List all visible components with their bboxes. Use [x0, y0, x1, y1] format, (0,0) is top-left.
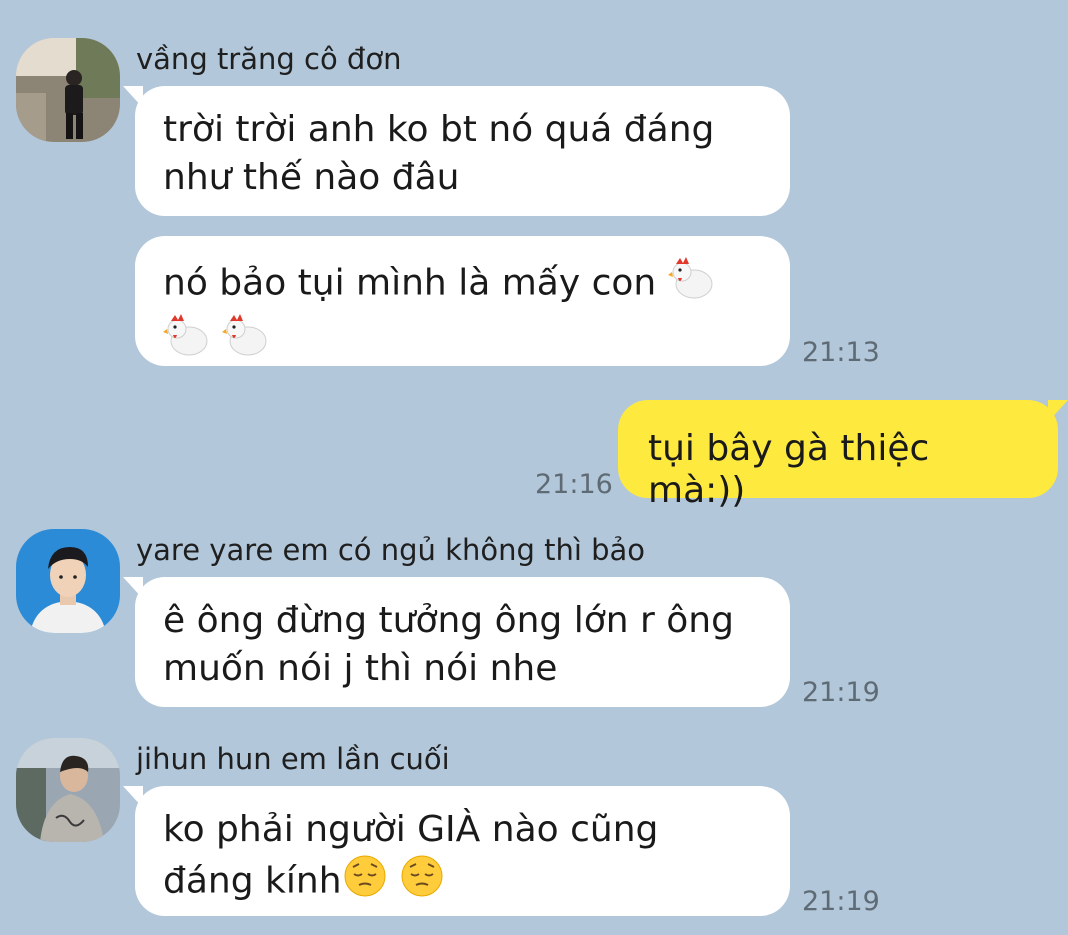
message-text: đáng kính	[163, 860, 342, 902]
chicken-emoji-icon	[667, 256, 716, 313]
message-text: như thế nào đâu	[163, 157, 460, 198]
message-bubble[interactable]: trời trời anh ko bt nó quá đáng như thế …	[123, 86, 790, 216]
message-text: tụi bây gà thiệc mà:))	[648, 428, 930, 511]
pensive-face-emoji-icon	[399, 854, 445, 911]
chicken-emoji-icon	[222, 313, 270, 370]
sender-name: yare yare em có ngủ không thì bảo	[136, 533, 646, 567]
avatar[interactable]	[16, 738, 120, 842]
sender-name: jihun hun em lần cuối	[136, 742, 450, 776]
outgoing-message-bubble[interactable]: tụi bây gà thiệc mà:))	[618, 400, 1068, 511]
avatar[interactable]	[16, 529, 120, 633]
message-text: muốn nói j thì nói nhe	[163, 648, 558, 689]
sender-name: vầng trăng cô đơn	[136, 42, 402, 76]
message-bubble[interactable]: ko phải người GIÀ nào cũng đáng kính	[123, 786, 790, 916]
message-timestamp: 21:19	[802, 886, 880, 917]
message-timestamp: 21:13	[802, 337, 880, 368]
message-text: ê ông đừng tưởng ông lớn r ông	[163, 600, 734, 641]
message-timestamp: 21:16	[535, 469, 613, 500]
message-text: nó bảo tụi mình là mấy con	[163, 262, 657, 304]
message-text: trời trời anh ko bt nó quá đáng	[163, 109, 715, 150]
pensive-face-emoji-icon	[342, 854, 388, 911]
message-text: ko phải người GIÀ nào cũng	[163, 809, 659, 850]
chicken-emoji-icon	[163, 313, 211, 370]
message-bubble[interactable]: nó bảo tụi mình là mấy con	[135, 236, 790, 366]
message-bubble[interactable]: ê ông đừng tưởng ông lớn r ông muốn nói …	[123, 577, 790, 707]
avatar[interactable]	[16, 38, 120, 142]
message-timestamp: 21:19	[802, 677, 880, 708]
